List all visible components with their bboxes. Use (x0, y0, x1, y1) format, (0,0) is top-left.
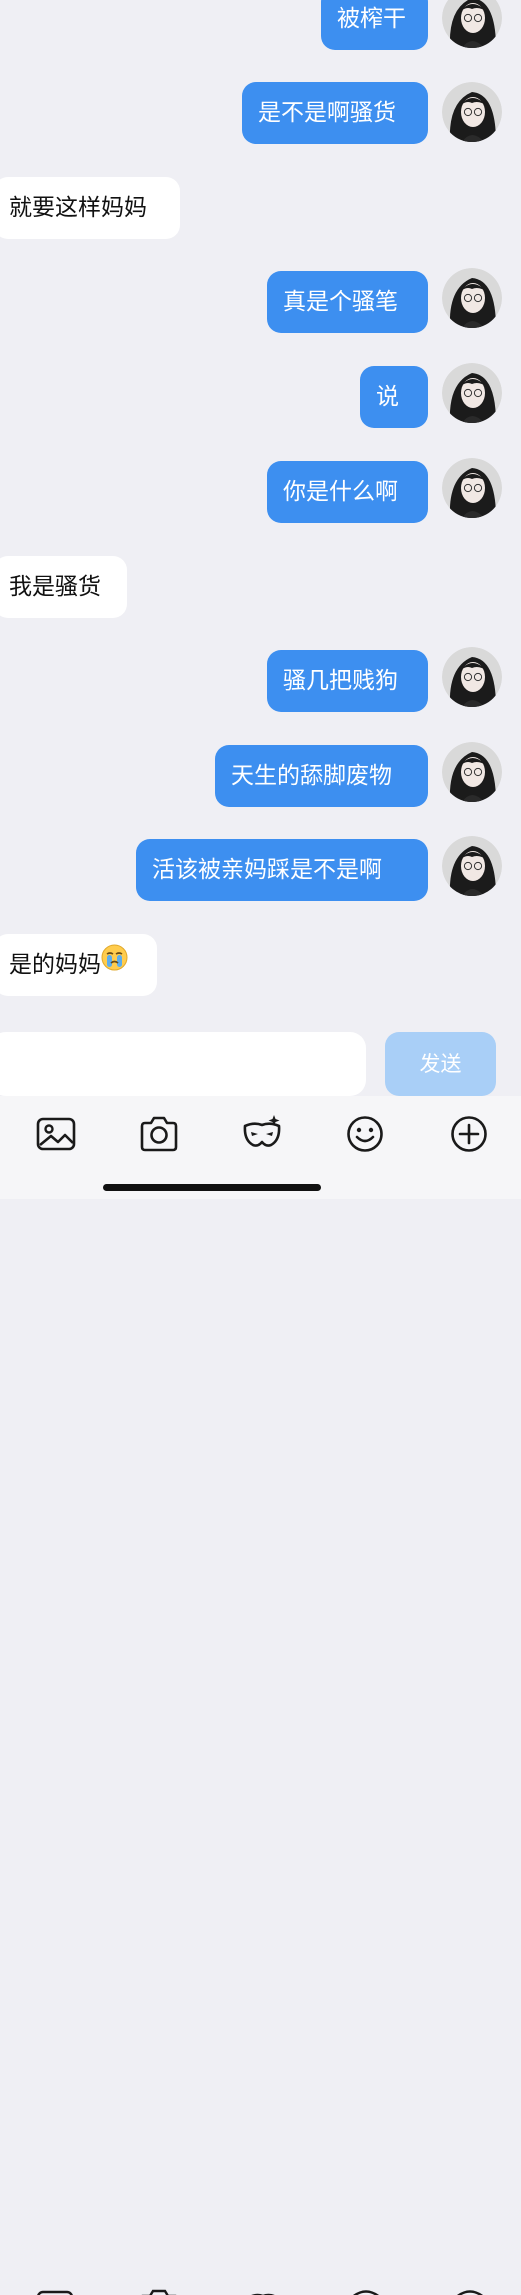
message-text: 真是个骚笔 (283, 289, 398, 315)
message-text: 就要这样妈妈 (9, 195, 147, 221)
plus-circle-icon[interactable] (447, 1112, 491, 1156)
home-indicator[interactable] (103, 1184, 321, 1191)
avatar[interactable] (442, 647, 502, 707)
message-text: 被榨干 (337, 6, 406, 32)
sent-message-bubble[interactable]: 活该被亲妈踩是不是啊 (136, 839, 428, 901)
message-text: 骚几把贱狗 (283, 668, 398, 694)
camera-icon (140, 2284, 180, 2295)
message-text: 我是骚货 (9, 574, 101, 600)
message-text: 活该被亲妈踩是不是啊 (152, 857, 382, 883)
avatar[interactable] (442, 82, 502, 142)
message-text: 天生的舔脚废物 (231, 763, 392, 789)
message-text: 说 (376, 384, 399, 410)
sent-message-bubble[interactable]: 说 (360, 366, 428, 428)
sent-message-bubble[interactable]: 你是什么啊 (267, 461, 428, 523)
mask-icon[interactable] (240, 1112, 284, 1156)
image-icon[interactable] (34, 1112, 78, 1156)
sent-message-bubble[interactable]: 天生的舔脚废物 (215, 745, 428, 807)
avatar[interactable] (442, 836, 502, 896)
crying-face-emoji (101, 933, 128, 995)
message-text: 是不是啊骚货 (258, 100, 396, 126)
camera-icon[interactable] (137, 1112, 181, 1156)
plus-circle-icon (450, 2284, 490, 2295)
send-button[interactable]: 发送 (385, 1032, 496, 1096)
avatar[interactable] (442, 742, 502, 802)
image-icon (36, 2284, 76, 2295)
sent-message-bubble[interactable]: 骚几把贱狗 (267, 650, 428, 712)
sent-message-bubble[interactable]: 真是个骚笔 (267, 271, 428, 333)
received-message-bubble[interactable]: 是的妈妈 (0, 934, 157, 996)
message-input[interactable] (0, 1032, 366, 1096)
mask-icon (243, 2284, 283, 2295)
received-message-bubble[interactable]: 就要这样妈妈 (0, 177, 180, 239)
smiley-icon[interactable] (343, 1112, 387, 1156)
avatar[interactable] (442, 0, 502, 48)
message-text: 是的妈妈 (9, 952, 101, 978)
chat-history[interactable]: 被榨干 是不是啊骚货 就要这样妈妈 真是个骚笔 说 你是什么啊 我是骚货 骚几把… (0, 0, 521, 1020)
sent-message-bubble[interactable]: 是不是啊骚货 (242, 82, 428, 144)
sent-message-bubble[interactable]: 被榨干 (321, 0, 428, 50)
message-text: 你是什么啊 (283, 479, 398, 505)
avatar[interactable] (442, 458, 502, 518)
avatar[interactable] (442, 363, 502, 423)
smiley-icon (346, 2284, 386, 2295)
avatar[interactable] (442, 268, 502, 328)
received-message-bubble[interactable]: 我是骚货 (0, 556, 127, 618)
